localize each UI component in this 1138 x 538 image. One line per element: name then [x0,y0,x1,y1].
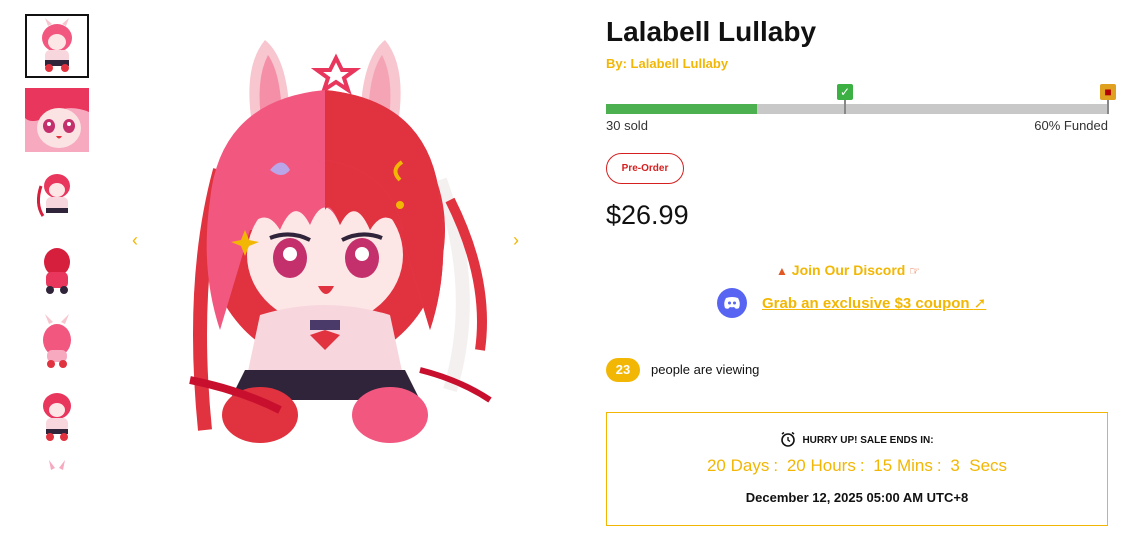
discord-heading: ▲ Join Our Discord ☞ [776,262,920,278]
sale-countdown-box: HURRY UP! SALE ENDS IN: 20 Days: 20 Hour… [606,412,1108,526]
thumbnail-7[interactable] [25,458,89,470]
sale-end-date: December 12, 2025 05:00 AM UTC+8 [745,490,969,505]
chevron-left-icon[interactable]: ‹ [125,228,145,252]
sold-count: 30 sold [606,118,648,133]
thumbnail-5[interactable] [25,310,89,374]
sale-heading: HURRY UP! SALE ENDS IN: [607,431,1107,450]
countdown-hours-value: 20 [786,456,806,475]
countdown-mins-value: 15 [873,456,893,475]
product-price: $26.99 [606,200,689,230]
thumbnail-3[interactable] [25,162,89,226]
check-icon: ✓ [837,84,853,114]
countdown-separator: : [773,456,779,475]
coupon-link-text: Grab an exclusive $3 coupon [762,295,970,312]
thumbnail-6[interactable] [25,384,89,448]
plush-side-view-image [29,164,85,224]
viewer-count-badge: 23 [606,358,640,382]
plush-front-view-image [29,386,85,446]
plush-face-closeup-image [25,88,89,152]
chevron-right-icon[interactable]: › [506,228,526,252]
product-title: Lalabell Lullaby [606,16,817,47]
viewer-text: people are viewing [651,362,760,377]
funding-progress-fill [606,104,757,114]
discord-coupon-link[interactable]: Grab an exclusive $3 coupon ➚ [762,294,986,312]
fire-icon: ▲ [776,264,788,278]
discord-glyph [724,297,740,309]
funded-percent: 60% Funded [1034,118,1108,133]
countdown-mins-label: Mins [896,456,933,475]
countdown-secs-value: 3 [950,456,960,475]
countdown-days-label: Days [730,456,770,475]
external-link-icon: ➚ [973,295,987,312]
thumbnail-2[interactable] [25,88,89,152]
thumbnail-4[interactable] [25,236,89,300]
discord-heading-text: Join Our Discord [791,262,906,278]
preorder-badge: Pre-Order [606,153,684,184]
countdown-timer: 20 Days: 20 Hours: 15 Mins: 3 Secs [607,456,1107,476]
countdown-days-value: 20 [706,456,726,475]
plush-partial-thumbnail-image [49,460,65,470]
sale-heading-text: HURRY UP! SALE ENDS IN: [802,435,934,447]
countdown-secs-label: Secs [969,456,1008,475]
product-byline[interactable]: By: Lalabell Lullaby [606,56,728,71]
discord-icon[interactable] [717,288,747,318]
funding-progress-bar [606,104,1108,114]
countdown-separator: : [936,456,942,475]
countdown-separator: : [859,456,865,475]
gift-icon: ■ [1100,84,1116,114]
alarm-clock-glyph [781,431,796,447]
plush-doll-illustration [189,40,492,443]
plush-thumbnail-image [29,18,85,74]
alarm-clock-icon [780,431,796,450]
pointing-hand-icon: ☞ [909,264,921,278]
plush-back-view-image [29,238,85,298]
countdown-hours-label: Hours [810,456,856,475]
thumbnail-1[interactable] [25,14,89,78]
main-product-image [150,30,500,450]
plush-backpack-view-image [29,312,85,372]
